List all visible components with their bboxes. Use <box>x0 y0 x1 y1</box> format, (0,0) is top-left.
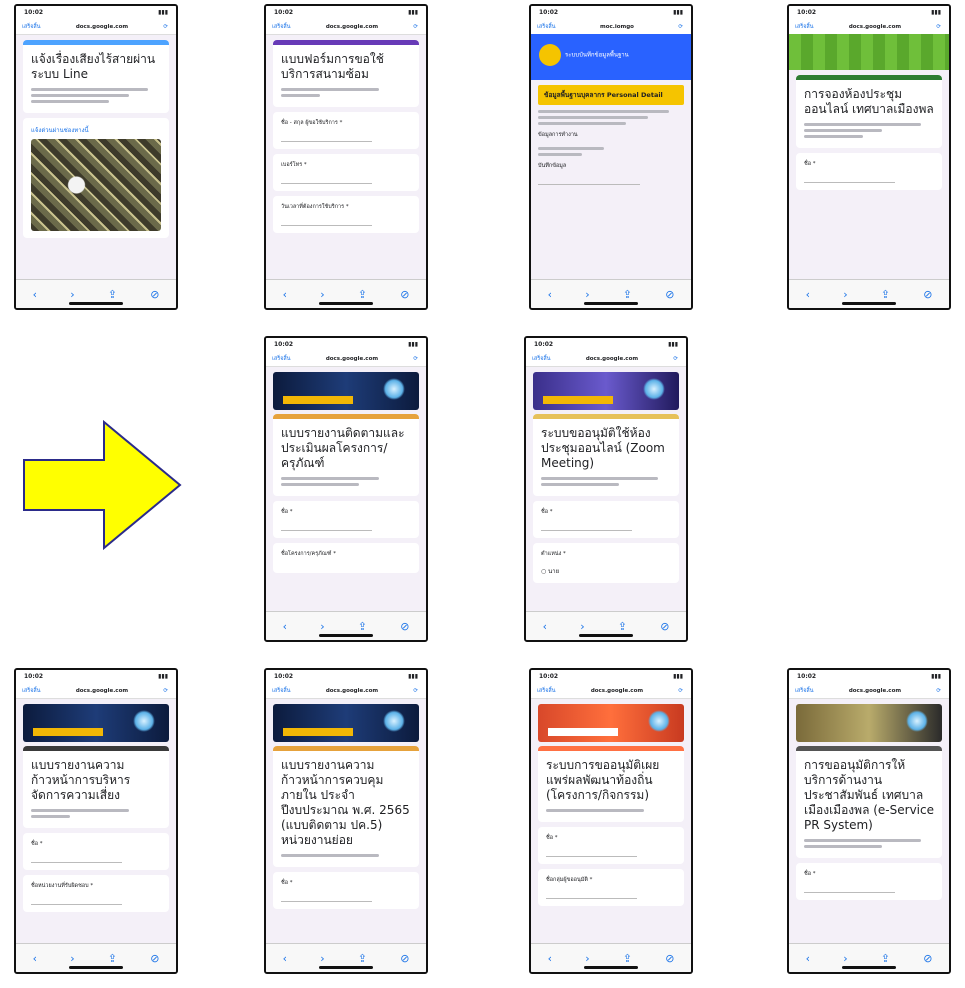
phone-screenshot-10: 10:02 ▮▮▮ เสร็จสิ้น docs.google.com ⟳ การขอ… <box>787 668 951 974</box>
phone-screenshot-8: 10:02 ▮▮▮ เสร็จสิ้น docs.google.com ⟳ แบบรา… <box>264 668 428 974</box>
phone-screenshot-2: 10:02 ▮▮▮ เสร็จสิ้น docs.google.com ⟳ แบบฟอ… <box>264 4 428 310</box>
phone-screenshot-5: 10:02 ▮▮▮ เสร็จสิ้น docs.google.com ⟳ แบบรา… <box>264 336 428 642</box>
status-bar: 10:02 ▮▮▮ <box>16 6 176 19</box>
form-title: แจ้งเรื่องเสียงไร้สายผ่านระบบ Line <box>31 52 156 81</box>
phone-screenshot-4: 10:02 ▮▮▮ เสร็จสิ้น docs.google.com ⟳ การจอ… <box>787 4 951 310</box>
green-banner <box>789 34 949 70</box>
phone-screenshot-6: 10:02 ▮▮▮ เสร็จสิ้น docs.google.com ⟳ ระบบข… <box>524 336 688 642</box>
phone-screenshot-7: 10:02 ▮▮▮ เสร็จสิ้น docs.google.com ⟳ แบบรา… <box>14 668 178 974</box>
yellow-arrow <box>23 420 182 550</box>
phone-screenshot-9: 10:02 ▮▮▮ เสร็จสิ้น docs.google.com ⟳ ระบบก… <box>529 668 693 974</box>
link-text[interactable]: แจ้งด่วนผ่านช่องทางนี้ <box>31 125 161 135</box>
phone-screenshot-1: 10:02 ▮▮▮ เสร็จสิ้น docs.google.com ⟳ แจ้งเ… <box>14 4 178 310</box>
form-banner <box>273 372 419 410</box>
photo <box>31 139 161 231</box>
blue-header: ระบบบันทึกข้อมูลพื้นฐาน <box>531 34 691 80</box>
form-title: แบบฟอร์มการขอใช้บริการสนามซ้อม <box>281 52 384 81</box>
phone-screenshot-3: 10:02 ▮▮▮ เสร็จสิ้น moc.iomgo ⟳ ระบบบันทึกข… <box>529 4 693 310</box>
url-bar[interactable]: เสร็จสิ้น docs.google.com ⟳ <box>16 19 176 35</box>
section-header: ข้อมูลพื้นฐานบุคลากร Personal Detail <box>538 85 684 105</box>
